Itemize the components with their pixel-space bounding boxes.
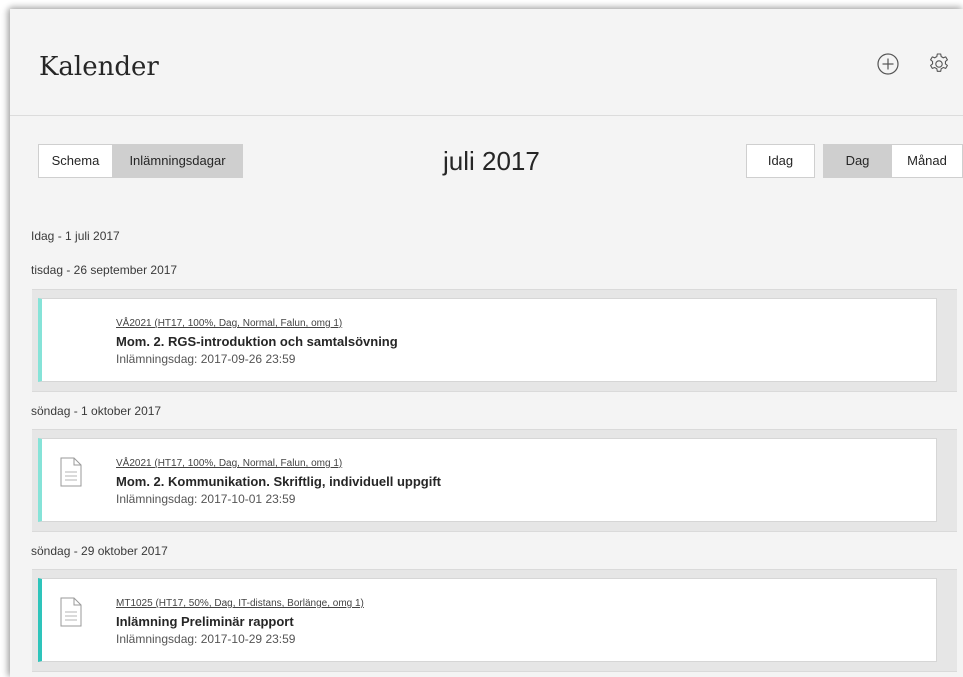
view-switcher: Schema Inlämningsdagar	[38, 144, 243, 178]
day-band: MT1025 (HT17, 50%, Dag, IT-distans, Borl…	[32, 569, 957, 672]
due-date: Inlämningsdag: 2017-10-01 23:59	[116, 492, 296, 506]
assignment-card[interactable]: MT1025 (HT17, 50%, Dag, IT-distans, Borl…	[38, 578, 937, 662]
today-heading: Idag - 1 juli 2017	[31, 229, 120, 243]
calendar-header: Kalender	[10, 9, 963, 116]
assignment-title: Mom. 2. RGS-introduktion och samtalsövni…	[116, 334, 398, 349]
due-date: Inlämningsdag: 2017-09-26 23:59	[116, 352, 296, 366]
assignment-card[interactable]: VÅ2021 (HT17, 100%, Dag, Normal, Falun, …	[38, 438, 937, 522]
gear-icon[interactable]	[927, 52, 951, 76]
page-title: Kalender	[39, 52, 159, 82]
calendar-panel: Kalender Schema Inlämningsdagar juli 201…	[10, 9, 963, 677]
assignment-title: Mom. 2. Kommunikation. Skriftlig, indivi…	[116, 474, 441, 489]
assignment-card[interactable]: VÅ2021 (HT17, 100%, Dag, Normal, Falun, …	[38, 298, 937, 382]
month-title: juli 2017	[443, 146, 540, 176]
add-circle-icon[interactable]	[876, 52, 900, 76]
day-band: VÅ2021 (HT17, 100%, Dag, Normal, Falun, …	[32, 289, 957, 392]
due-date: Inlämningsdag: 2017-10-29 23:59	[116, 632, 296, 646]
course-link[interactable]: MT1025 (HT17, 50%, Dag, IT-distans, Borl…	[116, 598, 364, 609]
day-band: VÅ2021 (HT17, 100%, Dag, Normal, Falun, …	[32, 429, 957, 532]
tab-dag[interactable]: Dag	[823, 144, 892, 178]
today-button[interactable]: Idag	[746, 144, 815, 178]
document-icon	[60, 597, 82, 627]
tab-schema[interactable]: Schema	[38, 144, 113, 178]
course-link[interactable]: VÅ2021 (HT17, 100%, Dag, Normal, Falun, …	[116, 458, 342, 469]
tab-manad[interactable]: Månad	[892, 144, 963, 178]
assignment-title: Inlämning Preliminär rapport	[116, 614, 294, 629]
day-heading: söndag - 29 oktober 2017	[31, 544, 168, 558]
range-switcher: Dag Månad	[823, 144, 963, 178]
tab-inlamningsdagar[interactable]: Inlämningsdagar	[113, 144, 243, 178]
course-link[interactable]: VÅ2021 (HT17, 100%, Dag, Normal, Falun, …	[116, 318, 342, 329]
day-heading: tisdag - 26 september 2017	[31, 263, 178, 277]
day-heading: söndag - 1 oktober 2017	[31, 404, 162, 418]
document-icon	[60, 457, 82, 487]
